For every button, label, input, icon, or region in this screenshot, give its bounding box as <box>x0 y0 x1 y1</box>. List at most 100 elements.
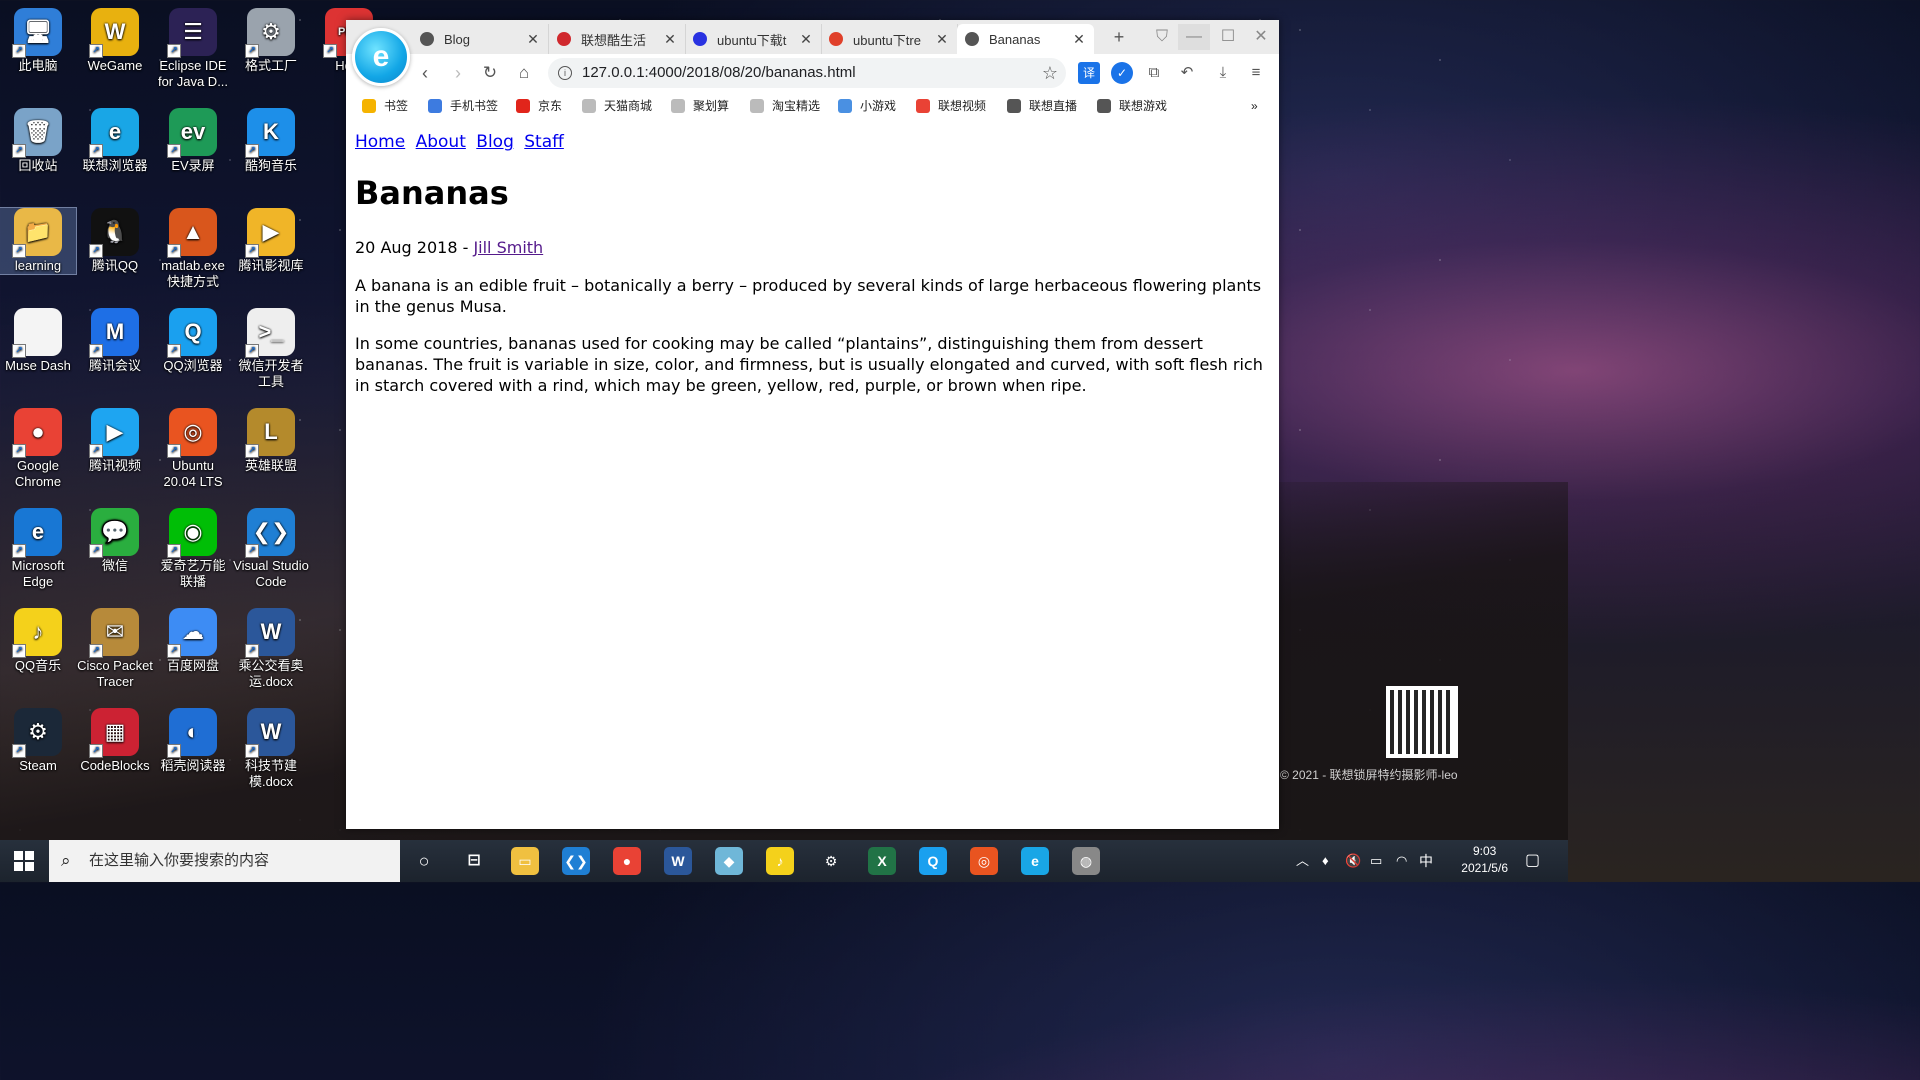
bookmark-item[interactable]: 小游戏 <box>838 97 896 115</box>
desktop-icon[interactable]: ☰ ↗ Eclipse IDE for Java D... <box>155 8 231 90</box>
desktop-icon[interactable]: W ↗ 科技节建模.docx <box>233 708 309 790</box>
task-view-icon[interactable]: ⊟ <box>460 847 488 875</box>
nav-blog-link[interactable]: Blog <box>476 132 514 152</box>
excel-taskbar-icon[interactable]: X <box>868 847 896 875</box>
desktop-icon[interactable]: ♪ ↗ QQ音乐 <box>0 608 76 674</box>
desktop-icon[interactable]: ☁ ↗ 百度网盘 <box>155 608 231 674</box>
new-tab-button[interactable]: + <box>1103 24 1135 50</box>
tab-close-icon[interactable]: ✕ <box>799 31 813 48</box>
shirt-icon[interactable]: ⛉ <box>1146 24 1178 50</box>
windows-start-icon[interactable] <box>14 851 34 871</box>
forward-icon[interactable]: › <box>445 60 471 86</box>
desktop-icon[interactable]: M ↗ 腾讯会议 <box>77 308 153 374</box>
desktop-icon[interactable]: ✉ ↗ Cisco Packet Tracer <box>77 608 153 690</box>
bookmarks-more-button[interactable]: » <box>1251 97 1258 115</box>
minimize-button[interactable]: — <box>1178 24 1210 50</box>
desktop-icon[interactable]: ⚙ ↗ 格式工厂 <box>233 8 309 74</box>
bookmark-item[interactable]: 书签 <box>362 97 408 115</box>
desktop-icon[interactable]: ◐ ↗ 稻壳阅读器 <box>155 708 231 774</box>
maximize-button[interactable]: ☐ <box>1212 24 1244 50</box>
cortana-icon[interactable]: ○ <box>410 847 438 875</box>
settings-taskbar-icon[interactable]: ⚙ <box>817 847 845 875</box>
lenovo-browser-logo[interactable]: e <box>352 28 410 86</box>
notifications-icon[interactable]: ▢ <box>1525 840 1540 882</box>
app-green-taskbar-icon[interactable]: ♪ <box>766 847 794 875</box>
desktop-icon[interactable]: ▶ ↗ 腾讯视频 <box>77 408 153 474</box>
taskbar-search-box[interactable]: ⌕ 在这里输入你要搜索的内容 <box>49 840 400 882</box>
browser-tab[interactable]: ubuntu下载t ✕ <box>685 24 822 54</box>
site-info-icon[interactable]: i <box>558 66 572 80</box>
browser-tab[interactable]: Blog ✕ <box>412 24 549 54</box>
desktop-icon[interactable]: ev ↗ EV录屏 <box>155 108 231 174</box>
desktop-icon[interactable]: K ↗ 酷狗音乐 <box>233 108 309 174</box>
wifi-icon[interactable]: ◠ <box>1396 840 1407 882</box>
volume-icon[interactable]: 🔇 <box>1345 840 1361 882</box>
tab-close-icon[interactable]: ✕ <box>663 31 677 48</box>
file-explorer-taskbar-icon[interactable]: ▭ <box>511 847 539 875</box>
tab-close-icon[interactable]: ✕ <box>935 31 949 48</box>
bookmark-item[interactable]: 联想游戏 <box>1097 97 1167 115</box>
desktop-icon[interactable]: ▲ ↗ matlab.exe 快捷方式 <box>155 208 231 290</box>
undo-icon[interactable]: ↶ <box>1176 62 1198 84</box>
tab-close-icon[interactable]: ✕ <box>1072 31 1086 48</box>
reload-icon[interactable]: ↻ <box>477 60 503 86</box>
desktop-icon[interactable]: ▦ ↗ CodeBlocks <box>77 708 153 774</box>
desktop-icon[interactable]: e ↗ Microsoft Edge <box>0 508 76 590</box>
desktop-icon[interactable]: ▶ ↗ 腾讯影视库 <box>233 208 309 274</box>
desktop-icon[interactable]: 🗑 ↗ 回收站 <box>0 108 76 174</box>
desktop-icon[interactable]: L ↗ 英雄联盟 <box>233 408 309 474</box>
avatar-app-taskbar-icon[interactable]: ◍ <box>1072 847 1100 875</box>
download-icon[interactable]: ⤓ <box>1212 62 1234 84</box>
bookmark-item[interactable]: 京东 <box>516 97 562 115</box>
tray-app-icon[interactable]: ♦ <box>1322 840 1329 882</box>
clock[interactable]: 9:03 2021/5/6 <box>1461 843 1508 877</box>
address-bar[interactable]: i 127.0.0.1:4000/2018/08/20/bananas.html… <box>548 58 1066 88</box>
ubuntu-taskbar-icon[interactable]: ◎ <box>970 847 998 875</box>
desktop-icon[interactable]: 🖥 ↗ 此电脑 <box>0 8 76 74</box>
desktop-icon[interactable]: ↗ Muse Dash <box>0 308 76 374</box>
desktop-icon[interactable]: 🐧 ↗ 腾讯QQ <box>77 208 153 274</box>
qq-browser-taskbar-icon[interactable]: Q <box>919 847 947 875</box>
bookmark-item[interactable]: 淘宝精选 <box>750 97 820 115</box>
notes-taskbar-icon[interactable]: ◆ <box>715 847 743 875</box>
battery-icon[interactable]: ▭ <box>1370 840 1382 882</box>
desktop-icon[interactable]: 📁 ↗ learning <box>0 207 77 275</box>
desktop-icon[interactable]: ◎ ↗ Ubuntu 20.04 LTS <box>155 408 231 490</box>
translate-icon[interactable]: 译 <box>1078 62 1100 84</box>
browser-tab[interactable]: 联想酷生活 ✕ <box>549 24 686 54</box>
desktop-icon[interactable]: ◉ ↗ 爱奇艺万能联播 <box>155 508 231 590</box>
vscode-taskbar-icon[interactable]: ❮❯ <box>562 847 590 875</box>
bookmark-item[interactable]: 联想视频 <box>916 97 986 115</box>
desktop-icon[interactable]: W ↗ 乘公交看奥运.docx <box>233 608 309 690</box>
desktop-icon[interactable]: e ↗ 联想浏览器 <box>77 108 153 174</box>
show-hidden-icons[interactable]: ︿ <box>1296 840 1309 882</box>
bookmark-item[interactable]: 手机书签 <box>428 97 498 115</box>
lenovo-browser-taskbar-icon[interactable]: e <box>1021 847 1049 875</box>
extensions-icon[interactable]: ⧉ <box>1143 62 1165 84</box>
browser-tab[interactable]: ubuntu下tre ✕ <box>821 24 958 54</box>
bookmark-item[interactable]: 联想直播 <box>1007 97 1077 115</box>
desktop-icon[interactable]: 💬 ↗ 微信 <box>77 508 153 574</box>
desktop-icon[interactable]: ⚙ ↗ Steam <box>0 708 76 774</box>
close-window-button[interactable]: ✕ <box>1245 24 1277 50</box>
nav-about-link[interactable]: About <box>416 132 466 152</box>
chrome-taskbar-icon[interactable]: ● <box>613 847 641 875</box>
back-icon[interactable]: ‹ <box>412 60 438 86</box>
bookmark-item[interactable]: 天猫商城 <box>582 97 652 115</box>
shield-icon[interactable]: ✓ <box>1111 62 1133 84</box>
desktop-icon[interactable]: ● ↗ Google Chrome <box>0 408 76 490</box>
browser-tab[interactable]: Bananas ✕ <box>957 24 1094 54</box>
author-link[interactable]: Jill Smith <box>473 238 543 257</box>
desktop-icon[interactable]: Q ↗ QQ浏览器 <box>155 308 231 374</box>
desktop-icon[interactable]: W ↗ WeGame <box>77 8 153 74</box>
bookmark-item[interactable]: 聚划算 <box>671 97 729 115</box>
desktop-icon[interactable]: >_ ↗ 微信开发者工具 <box>233 308 309 390</box>
nav-home-link[interactable]: Home <box>355 132 405 152</box>
home-icon[interactable]: ⌂ <box>511 60 537 86</box>
word-taskbar-icon[interactable]: W <box>664 847 692 875</box>
tab-close-icon[interactable]: ✕ <box>526 31 540 48</box>
nav-staff-link[interactable]: Staff <box>524 132 564 152</box>
bookmark-star-icon[interactable]: ☆ <box>1042 58 1058 88</box>
menu-icon[interactable]: ≡ <box>1245 62 1267 84</box>
ime-indicator[interactable]: 中 <box>1419 840 1433 882</box>
